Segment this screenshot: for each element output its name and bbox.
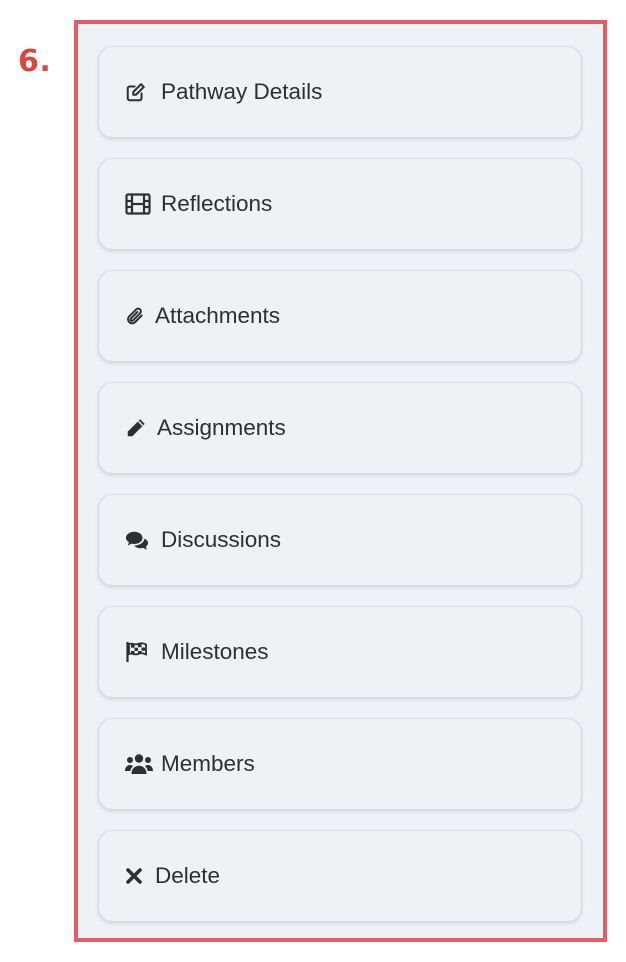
menu-item-assignments[interactable]: Assignments (98, 382, 582, 474)
menu-item-label: Attachments (155, 303, 281, 328)
menu-item-pathway-details[interactable]: Pathway Details (98, 46, 582, 138)
comments-icon (125, 526, 153, 554)
menu-item-label: Assignments (157, 415, 286, 440)
menu-item-delete[interactable]: Delete (98, 830, 582, 922)
menu-item-label: Pathway Details (161, 79, 323, 104)
pathway-menu-list: Pathway Details Reflections Attachments … (98, 46, 582, 922)
menu-item-label: Delete (155, 863, 221, 888)
edit-icon (125, 78, 153, 106)
flag-checkered-icon (125, 638, 153, 666)
times-icon (125, 862, 147, 890)
paperclip-icon (125, 302, 147, 330)
film-icon (125, 190, 153, 218)
menu-item-milestones[interactable]: Milestones (98, 606, 582, 698)
menu-item-label: Reflections (161, 191, 273, 216)
pathway-menu-panel: Pathway Details Reflections Attachments … (74, 20, 607, 942)
menu-item-discussions[interactable]: Discussions (98, 494, 582, 586)
users-icon (125, 750, 153, 778)
menu-item-label: Milestones (161, 639, 269, 664)
step-number: 6. (18, 44, 52, 79)
menu-item-label: Members (161, 751, 255, 776)
menu-item-reflections[interactable]: Reflections (98, 158, 582, 250)
menu-item-label: Discussions (161, 527, 282, 552)
menu-item-attachments[interactable]: Attachments (98, 270, 582, 362)
pencil-icon (125, 414, 149, 442)
menu-item-members[interactable]: Members (98, 718, 582, 810)
